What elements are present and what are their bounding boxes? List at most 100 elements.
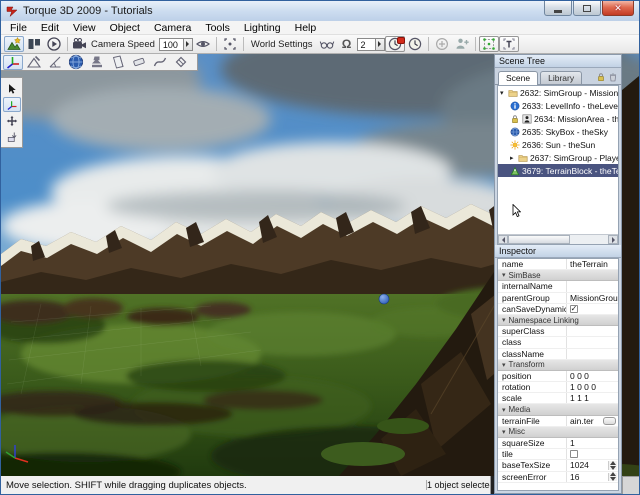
glasses-icon <box>319 36 335 52</box>
checkbox-checked[interactable]: ✓ <box>570 305 578 313</box>
scroll-left-icon[interactable] <box>498 235 508 244</box>
snap-button[interactable]: Ω <box>337 36 357 52</box>
camera-speed-input[interactable]: 100 <box>159 38 193 51</box>
inspector-row-name[interactable]: name theTerrain <box>498 259 618 270</box>
menu-file[interactable]: File <box>3 22 34 34</box>
add-object-button[interactable] <box>432 36 452 52</box>
app-logo-icon <box>6 5 18 17</box>
trash-icon[interactable] <box>608 72 618 82</box>
terrain-angle-tool-button[interactable] <box>45 55 65 70</box>
camera-speed-spin-button[interactable] <box>183 39 192 50</box>
gizmo-tool-button[interactable] <box>3 55 23 70</box>
main-area: Scene Tree Scene Library ▾ 2632: SimGrou… <box>1 54 639 494</box>
terrain-raise-tool-button[interactable] <box>24 55 44 70</box>
sun-icon <box>510 140 520 150</box>
globe-tool-button[interactable] <box>66 55 86 70</box>
menu-lighting[interactable]: Lighting <box>237 22 288 34</box>
inspector-section-misc[interactable]: ▾ Misc <box>498 427 618 438</box>
inspector-row-squaresize[interactable]: squareSize 1 <box>498 438 618 449</box>
player-spawn-sphere[interactable] <box>379 294 389 304</box>
frame-selection-button[interactable] <box>220 36 240 52</box>
realtime-toggle-button[interactable] <box>385 36 405 52</box>
object-bounds-button[interactable] <box>479 36 499 52</box>
menu-camera[interactable]: Camera <box>147 22 198 34</box>
inspector-row-cansavedynamicfields[interactable]: canSaveDynamicFields ✓ <box>498 304 618 315</box>
text-tool-button[interactable] <box>499 36 519 52</box>
tree-item-sun[interactable]: 2636: Sun - theSun <box>498 138 618 151</box>
expander-right-icon[interactable]: ▸ <box>510 154 518 162</box>
world-editor-button[interactable] <box>4 36 24 52</box>
play-button[interactable] <box>44 36 64 52</box>
tree-item-levelinfo[interactable]: 2633: LevelInfo - theLevelInfo <box>498 99 618 112</box>
move-tool-button[interactable] <box>3 113 21 128</box>
inspector-row-superclass[interactable]: superClass <box>498 326 618 337</box>
smooth-tool-button[interactable] <box>150 55 170 70</box>
browse-file-button[interactable] <box>603 417 616 425</box>
snap-size-spin-button[interactable] <box>375 39 384 50</box>
expander-down-icon[interactable]: ▾ <box>500 89 508 97</box>
tree-item-missiongroup[interactable]: ▾ 2632: SimGroup - MissionGroup <box>498 86 618 99</box>
scroll-right-icon[interactable] <box>608 235 618 244</box>
add-player-button[interactable] <box>452 36 472 52</box>
close-button[interactable]: ✕ <box>602 1 634 16</box>
scrollbar-thumb[interactable] <box>508 235 570 244</box>
panels-icon <box>26 36 42 52</box>
tab-library[interactable]: Library <box>540 71 582 84</box>
inspector-row-tile[interactable]: tile <box>498 449 618 460</box>
time-button[interactable] <box>405 36 425 52</box>
lock-icon[interactable] <box>596 72 606 82</box>
toolbar-separator <box>428 37 429 51</box>
page-icon <box>110 54 126 70</box>
play-icon <box>46 36 62 52</box>
world-settings-label: World Settings <box>251 39 313 50</box>
menu-edit[interactable]: Edit <box>34 22 66 34</box>
tree-item-terrainblock[interactable]: 3679: TerrainBlock - theTerrain <box>498 164 618 177</box>
inspector-row-class[interactable]: class <box>498 337 618 348</box>
tree-horizontal-scrollbar[interactable] <box>498 234 618 244</box>
inspector-row-parentgroup[interactable]: parentGroup MissionGroup <box>498 293 618 304</box>
stamp-tool-button[interactable] <box>87 55 107 70</box>
inspector-section-media[interactable]: ▾ Media <box>498 404 618 415</box>
collapse-arrow-icon: ▾ <box>502 406 506 414</box>
visibility-button[interactable] <box>193 36 213 52</box>
menu-help[interactable]: Help <box>288 22 324 34</box>
inspector-row-scale[interactable]: scale 1 1 1 <box>498 393 618 404</box>
translate-tool-button[interactable] <box>3 97 21 112</box>
tree-item-skybox[interactable]: 2635: SkyBox - theSky <box>498 125 618 138</box>
value-spinner[interactable] <box>608 473 617 481</box>
tab-scene[interactable]: Scene <box>498 71 538 85</box>
camera-speed-label: Camera Speed <box>91 39 155 50</box>
value-spinner[interactable] <box>608 461 617 469</box>
inspector-row-screenerror[interactable]: screenError 16 <box>498 472 618 483</box>
inspector-row-terrainfile[interactable]: terrainFile ain.ter <box>498 416 618 427</box>
menu-tools[interactable]: Tools <box>198 22 237 34</box>
maximize-button[interactable] <box>573 1 601 16</box>
inspector-section-transform[interactable]: ▾ Transform <box>498 360 618 371</box>
panels-button[interactable] <box>24 36 44 52</box>
resize-grip[interactable] <box>622 476 639 494</box>
mouse-cursor <box>512 204 521 218</box>
inspector-row-internalname[interactable]: internalName <box>498 281 618 292</box>
inspector-row-rotation[interactable]: rotation 1 0 0 0 <box>498 382 618 393</box>
eraser-tool-button[interactable] <box>129 55 149 70</box>
tree-item-playerdroppoints[interactable]: ▸ 2637: SimGroup - PlayerDropP <box>498 151 618 164</box>
skybox-icon <box>510 127 520 137</box>
menu-object[interactable]: Object <box>103 22 147 34</box>
main-toolbar: Camera Speed 100 World Settings Ω 2 <box>1 35 639 54</box>
page-tool-button[interactable] <box>108 55 128 70</box>
minimize-button[interactable] <box>544 1 572 16</box>
inspector-section-simbase[interactable]: ▾ SimBase <box>498 270 618 281</box>
snap-size-input[interactable]: 2 <box>357 38 385 51</box>
inspector-row-classname[interactable]: className <box>498 349 618 360</box>
stamp-icon <box>89 54 105 70</box>
menu-view[interactable]: View <box>66 22 103 34</box>
checkbox-unchecked[interactable] <box>570 450 578 458</box>
paint-tool-button[interactable] <box>171 55 191 70</box>
inspector-row-position[interactable]: position 0 0 0 <box>498 371 618 382</box>
render-mode-button[interactable] <box>317 36 337 52</box>
tree-item-missionarea[interactable]: 2634: MissionArea - theMis <box>498 112 618 125</box>
inspector-row-basetexsize[interactable]: baseTexSize 1024 <box>498 460 618 471</box>
select-tool-button[interactable] <box>3 81 21 96</box>
drop-to-ground-button[interactable] <box>3 129 21 144</box>
inspector-section-namespace-linking[interactable]: ▾ Namespace Linking <box>498 315 618 326</box>
